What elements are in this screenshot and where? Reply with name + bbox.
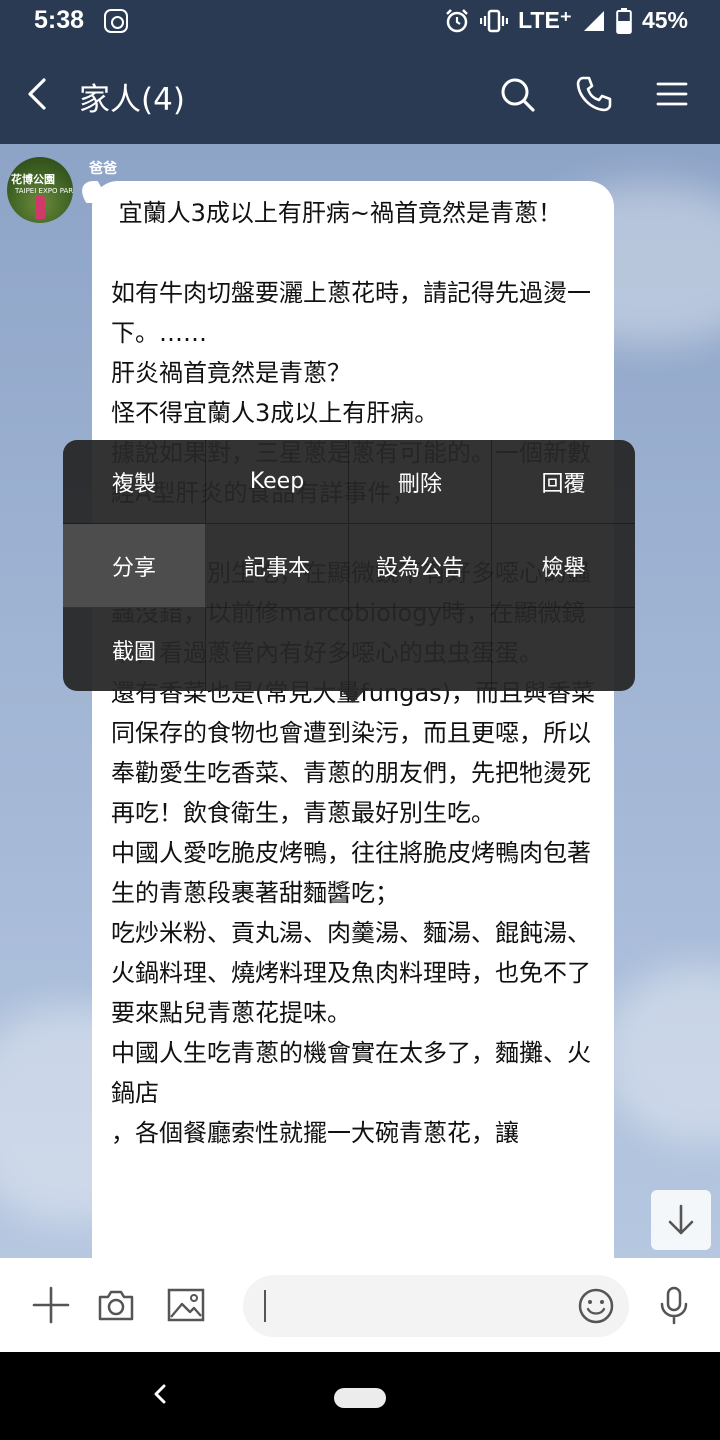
- menu-item-copy[interactable]: 複製: [63, 440, 206, 524]
- vibrate-icon: [480, 9, 509, 32]
- text-caret: [264, 1290, 266, 1322]
- input-bar: [0, 1258, 720, 1352]
- signal-icon: [583, 10, 604, 31]
- arrow-down-icon: [668, 1204, 694, 1235]
- scroll-to-bottom-button[interactable]: [651, 1190, 711, 1250]
- context-menu-pointer: [342, 691, 364, 703]
- menu-item-screenshot[interactable]: 截圖: [63, 608, 206, 691]
- message-input[interactable]: [243, 1275, 629, 1337]
- nav-home-pill[interactable]: [334, 1388, 386, 1408]
- avatar-sign-subtext: TAIPEI EXPO PARK: [15, 187, 73, 195]
- menu-item-note[interactable]: 記事本: [206, 524, 349, 608]
- status-time: 5:38: [34, 6, 85, 34]
- microphone-icon[interactable]: [654, 1285, 694, 1325]
- menu-item-report[interactable]: 檢舉: [492, 524, 635, 608]
- camera-icon[interactable]: [96, 1285, 136, 1325]
- menu-empty-cell: [492, 608, 635, 691]
- menu-item-reply[interactable]: 回覆: [492, 440, 635, 524]
- avatar[interactable]: 花博公園 TAIPEI EXPO PARK: [7, 157, 73, 223]
- phone-icon[interactable]: [574, 74, 614, 114]
- network-type: LTE⁺: [518, 7, 572, 33]
- menu-item-delete[interactable]: 刪除: [349, 440, 492, 524]
- chat-title: 家人(4): [79, 82, 185, 118]
- nav-back-icon[interactable]: [146, 1380, 174, 1408]
- menu-empty-cell: [349, 608, 492, 691]
- chat-header: 家人(4): [0, 44, 720, 144]
- status-right: LTE⁺ 45%: [444, 7, 688, 34]
- alarm-icon: [446, 8, 468, 32]
- menu-item-keep[interactable]: Keep: [206, 440, 349, 524]
- background-cloud: [600, 964, 720, 1144]
- message-bubble[interactable]: 宜蘭人3成以上有肝病~禍首竟然是青蔥！ 如有牛肉切盤要灑上蔥花時，請記得先過燙一…: [92, 181, 614, 1258]
- menu-item-share[interactable]: 分享: [63, 524, 206, 608]
- avatar-sign-text: 花博公園: [11, 173, 55, 186]
- menu-empty-cell: [206, 608, 349, 691]
- status-bar: 5:38 LTE⁺ 45%: [0, 0, 720, 44]
- image-icon[interactable]: [166, 1285, 206, 1325]
- instagram-icon: [104, 9, 128, 33]
- plus-icon[interactable]: [31, 1285, 71, 1325]
- back-icon[interactable]: [20, 76, 56, 112]
- message-context-menu: 複製 Keep 刪除 回覆 分享 記事本 設為公告 檢舉 截圖: [63, 440, 635, 691]
- menu-item-announce[interactable]: 設為公告: [349, 524, 492, 608]
- avatar-figure: [35, 195, 45, 219]
- menu-icon[interactable]: [652, 74, 692, 114]
- battery-percent: 45%: [641, 7, 688, 33]
- battery-icon: [616, 7, 632, 34]
- search-icon[interactable]: [497, 74, 537, 114]
- sender-name: 爸爸: [89, 161, 117, 177]
- system-navigation-bar: [0, 1352, 720, 1440]
- emoji-icon[interactable]: [577, 1287, 615, 1325]
